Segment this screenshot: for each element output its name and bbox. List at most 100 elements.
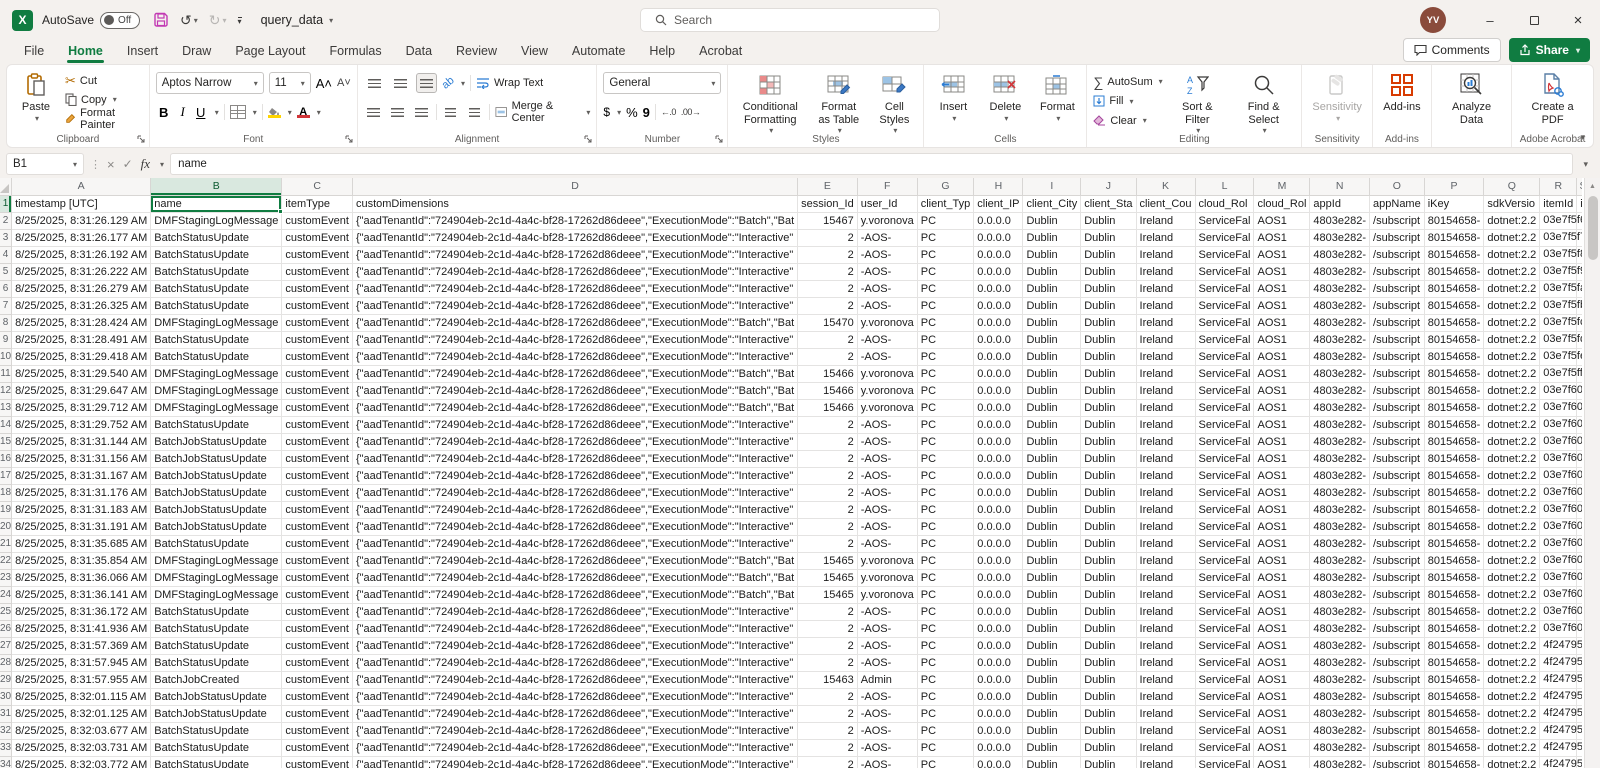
cell-H24[interactable]: 0.0.0.0 bbox=[974, 586, 1023, 603]
cell-G34[interactable]: PC bbox=[917, 756, 974, 768]
row-header-19[interactable]: 19 bbox=[0, 501, 12, 518]
borders-icon[interactable] bbox=[230, 105, 246, 119]
cell-J8[interactable]: Dublin bbox=[1081, 314, 1136, 331]
cell-L15[interactable]: ServiceFal bbox=[1195, 433, 1254, 450]
cell-H10[interactable]: 0.0.0.0 bbox=[974, 348, 1023, 365]
cell-D7[interactable]: {"aadTenantId":"724904eb-2c1d-4a4c-bf28-… bbox=[352, 297, 797, 314]
column-header-S[interactable]: S bbox=[1577, 178, 1582, 195]
cell-L29[interactable]: ServiceFal bbox=[1195, 671, 1254, 688]
cell-E12[interactable]: 15466 bbox=[798, 382, 858, 399]
minimize-button[interactable]: – bbox=[1468, 0, 1512, 40]
font-color-button[interactable]: A bbox=[297, 107, 310, 118]
row-header-9[interactable]: 9 bbox=[0, 331, 12, 348]
cell-B20[interactable]: BatchJobStatusUpdate bbox=[151, 518, 282, 535]
cell-A16[interactable]: 8/25/2025, 8:31:31.156 AM bbox=[12, 450, 151, 467]
cell-F12[interactable]: y.voronova bbox=[857, 382, 917, 399]
row-header-27[interactable]: 27 bbox=[0, 637, 12, 654]
cell-Q2[interactable]: dotnet:2.2 bbox=[1484, 212, 1540, 229]
cell-H9[interactable]: 0.0.0.0 bbox=[974, 331, 1023, 348]
cell-I28[interactable]: Dublin bbox=[1023, 654, 1081, 671]
cell-D14[interactable]: {"aadTenantId":"724904eb-2c1d-4a4c-bf28-… bbox=[352, 416, 797, 433]
cell-Q25[interactable]: dotnet:2.2 bbox=[1484, 603, 1540, 620]
cell-P11[interactable]: 80154658- bbox=[1424, 365, 1484, 382]
cell-O13[interactable]: /subscript bbox=[1370, 399, 1425, 416]
tab-acrobat[interactable]: Acrobat bbox=[689, 42, 752, 63]
cell-H21[interactable]: 0.0.0.0 bbox=[974, 535, 1023, 552]
align-top-icon[interactable] bbox=[364, 73, 385, 93]
cell-E26[interactable]: 2 bbox=[798, 620, 858, 637]
italic-button[interactable]: I bbox=[177, 104, 189, 120]
cell-I2[interactable]: Dublin bbox=[1023, 212, 1081, 229]
font-dialog-launcher[interactable] bbox=[345, 135, 354, 144]
cell-O26[interactable]: /subscript bbox=[1370, 620, 1425, 637]
cell-P33[interactable]: 80154658- bbox=[1424, 739, 1484, 756]
cell-K29[interactable]: Ireland bbox=[1136, 671, 1195, 688]
row-header-22[interactable]: 22 bbox=[0, 552, 12, 569]
cell-F9[interactable]: -AOS- bbox=[857, 331, 917, 348]
avatar[interactable]: YV bbox=[1420, 7, 1446, 33]
cell-N28[interactable]: 4803e282- bbox=[1310, 654, 1370, 671]
cell-M5[interactable]: AOS1 bbox=[1254, 263, 1310, 280]
tab-automate[interactable]: Automate bbox=[562, 42, 636, 63]
cell-L27[interactable]: ServiceFal bbox=[1195, 637, 1254, 654]
cell-Q30[interactable]: dotnet:2.2 bbox=[1484, 688, 1540, 705]
cell-K23[interactable]: Ireland bbox=[1136, 569, 1195, 586]
cell-L14[interactable]: ServiceFal bbox=[1195, 416, 1254, 433]
cell-F3[interactable]: -AOS- bbox=[857, 229, 917, 246]
underline-button[interactable]: U bbox=[194, 105, 208, 120]
cell-M7[interactable]: AOS1 bbox=[1254, 297, 1310, 314]
cell-N6[interactable]: 4803e282- bbox=[1310, 280, 1370, 297]
cell-Q9[interactable]: dotnet:2.2 bbox=[1484, 331, 1540, 348]
cell-Q17[interactable]: dotnet:2.2 bbox=[1484, 467, 1540, 484]
cell-H19[interactable]: 0.0.0.0 bbox=[974, 501, 1023, 518]
cell-O20[interactable]: /subscript bbox=[1370, 518, 1425, 535]
cell-E13[interactable]: 15466 bbox=[798, 399, 858, 416]
cell-R30[interactable]: 4f247955-8 bbox=[1540, 688, 1577, 705]
fill-handle[interactable] bbox=[278, 209, 283, 214]
cell-M2[interactable]: AOS1 bbox=[1254, 212, 1310, 229]
cell-C29[interactable]: customEvent bbox=[282, 671, 353, 688]
cell-C6[interactable]: customEvent bbox=[282, 280, 353, 297]
formula-bar-handle[interactable]: ⋮ bbox=[90, 158, 101, 171]
cell-R20[interactable]: 03e7f608-8 bbox=[1540, 518, 1577, 535]
cell-F14[interactable]: -AOS- bbox=[857, 416, 917, 433]
cell-M23[interactable]: AOS1 bbox=[1254, 569, 1310, 586]
cell-B29[interactable]: BatchJobCreated bbox=[151, 671, 282, 688]
cell-I19[interactable]: Dublin bbox=[1023, 501, 1081, 518]
cell-H8[interactable]: 0.0.0.0 bbox=[974, 314, 1023, 331]
autosum-button[interactable]: ∑AutoSum▾ bbox=[1093, 72, 1162, 91]
cell-H16[interactable]: 0.0.0.0 bbox=[974, 450, 1023, 467]
cell-H6[interactable]: 0.0.0.0 bbox=[974, 280, 1023, 297]
cell-G13[interactable]: PC bbox=[917, 399, 974, 416]
column-header-R[interactable]: R bbox=[1540, 178, 1577, 195]
cell-R7[interactable]: 03e7f5fb-8 bbox=[1540, 297, 1577, 314]
cell-N23[interactable]: 4803e282- bbox=[1310, 569, 1370, 586]
cell-P14[interactable]: 80154658- bbox=[1424, 416, 1484, 433]
cell-C22[interactable]: customEvent bbox=[282, 552, 353, 569]
cell-E14[interactable]: 2 bbox=[798, 416, 858, 433]
cell-L22[interactable]: ServiceFal bbox=[1195, 552, 1254, 569]
cell-P13[interactable]: 80154658- bbox=[1424, 399, 1484, 416]
cell-D4[interactable]: {"aadTenantId":"724904eb-2c1d-4a4c-bf28-… bbox=[352, 246, 797, 263]
cell-J32[interactable]: Dublin bbox=[1081, 722, 1136, 739]
cell-A10[interactable]: 8/25/2025, 8:31:29.418 AM bbox=[12, 348, 151, 365]
cell-J23[interactable]: Dublin bbox=[1081, 569, 1136, 586]
cell-B19[interactable]: BatchJobStatusUpdate bbox=[151, 501, 282, 518]
cell-E33[interactable]: 2 bbox=[798, 739, 858, 756]
cell-O17[interactable]: /subscript bbox=[1370, 467, 1425, 484]
tab-view[interactable]: View bbox=[511, 42, 558, 63]
cell-N9[interactable]: 4803e282- bbox=[1310, 331, 1370, 348]
cell-P12[interactable]: 80154658- bbox=[1424, 382, 1484, 399]
column-header-F[interactable]: F bbox=[857, 178, 917, 195]
cell-P19[interactable]: 80154658- bbox=[1424, 501, 1484, 518]
save-icon[interactable] bbox=[153, 12, 169, 28]
cell-C13[interactable]: customEvent bbox=[282, 399, 353, 416]
cell-P10[interactable]: 80154658- bbox=[1424, 348, 1484, 365]
cell-F27[interactable]: -AOS- bbox=[857, 637, 917, 654]
cell-D23[interactable]: {"aadTenantId":"724904eb-2c1d-4a4c-bf28-… bbox=[352, 569, 797, 586]
cell-K6[interactable]: Ireland bbox=[1136, 280, 1195, 297]
increase-decimal-button[interactable]: ←.0 bbox=[661, 107, 676, 117]
row-header-1[interactable]: 1 bbox=[0, 195, 12, 212]
cell-Q24[interactable]: dotnet:2.2 bbox=[1484, 586, 1540, 603]
cell-M8[interactable]: AOS1 bbox=[1254, 314, 1310, 331]
